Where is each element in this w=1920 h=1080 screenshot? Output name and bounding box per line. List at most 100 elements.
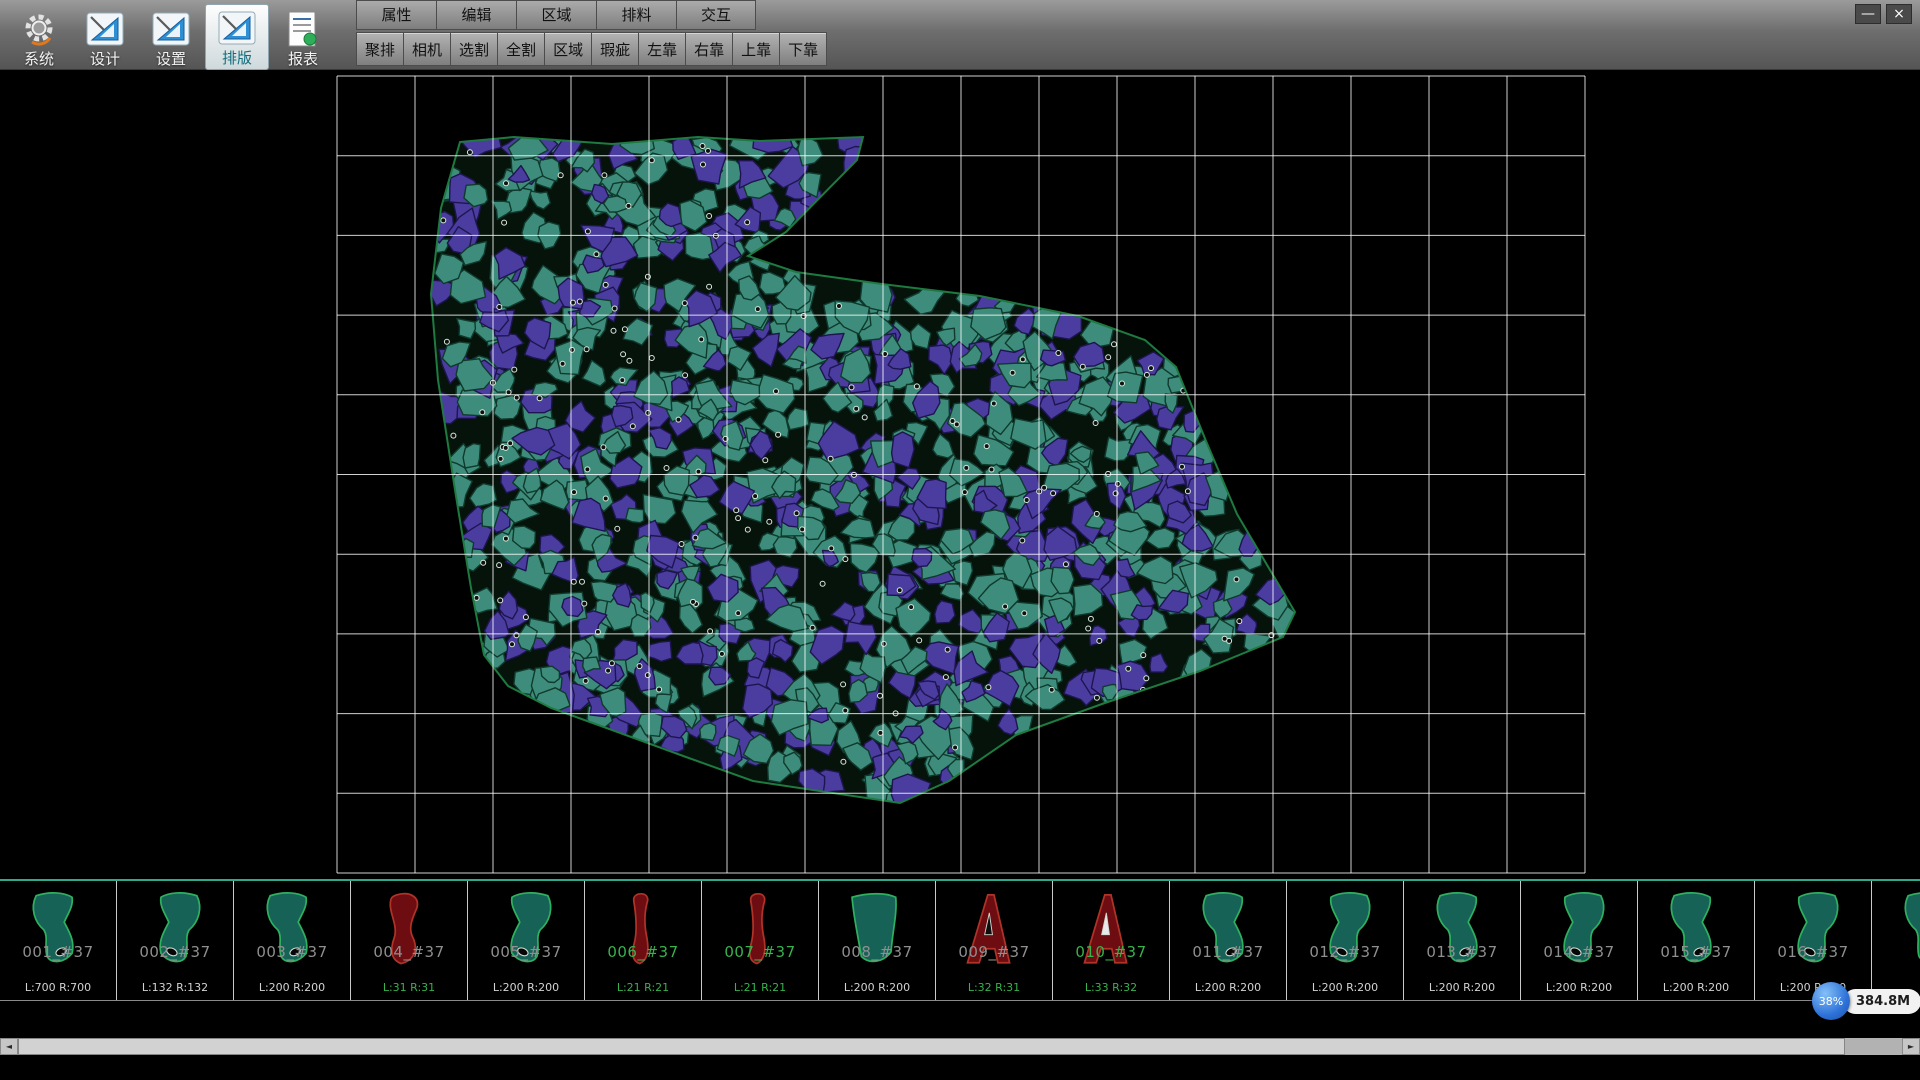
piece-shape	[136, 882, 214, 978]
scroll-left-arrow[interactable]: ◄	[0, 1038, 18, 1055]
close-button[interactable]: ×	[1886, 4, 1912, 24]
tool-button-8[interactable]: 上靠	[732, 32, 779, 66]
piece-thumbnail-15[interactable]: 015_#37 L:200 R:200	[1638, 881, 1755, 1000]
piece-thumbnail-13[interactable]: 013_#37 L:200 R:200	[1404, 881, 1521, 1000]
piece-lr-label: L:700 R:700	[0, 981, 116, 994]
piece-name: 015_#37	[1638, 943, 1754, 961]
tool-button-3[interactable]: 全割	[497, 32, 544, 66]
app-label: 排版	[222, 49, 252, 67]
ruler-icon	[216, 7, 258, 49]
piece-lr-label: L:132 R:132	[117, 981, 233, 994]
tool-button-9[interactable]: 下靠	[779, 32, 827, 66]
minimize-button[interactable]: —	[1855, 4, 1881, 24]
piece-shape	[19, 882, 97, 978]
tool-button-6[interactable]: 左靠	[638, 32, 685, 66]
piece-shape	[1540, 882, 1618, 978]
piece-shape	[253, 882, 331, 978]
piece-lr-label: L:33 R:32	[1053, 981, 1169, 994]
menu-tab-4[interactable]: 交互	[676, 0, 756, 30]
tool-button-2[interactable]: 选割	[450, 32, 497, 66]
piece-shape	[487, 882, 565, 978]
memory-label: 384.8M	[1843, 989, 1920, 1014]
piece-shape	[1189, 882, 1267, 978]
gear-icon	[18, 8, 60, 50]
tool-button-0[interactable]: 聚排	[356, 32, 403, 66]
tool-button-1[interactable]: 相机	[403, 32, 450, 66]
piece-thumbnail-10[interactable]: 010_#37 L:33 R:32	[1053, 881, 1170, 1000]
piece-name: 004_#37	[351, 943, 467, 961]
piece-name: 008_#37	[819, 943, 935, 961]
app-button-0[interactable]: 系统	[7, 4, 71, 70]
app-button-4[interactable]: 报表	[271, 4, 335, 70]
piece-shape	[604, 882, 682, 978]
menu-tab-1[interactable]: 编辑	[436, 0, 516, 30]
piece-thumbnail-3[interactable]: 003_#37 L:200 R:200	[234, 881, 351, 1000]
piece-name: 010_#37	[1053, 943, 1169, 961]
app-button-3[interactable]: 排版	[205, 4, 269, 70]
piece-lr-label: L:200 R:200	[468, 981, 584, 994]
nesting-canvas-svg[interactable]	[0, 70, 1920, 879]
window-controls: — ×	[1855, 4, 1912, 24]
app-button-1[interactable]: 设计	[73, 4, 137, 70]
piece-name: 014_#37	[1521, 943, 1637, 961]
piece-lr-label: L:31 R:31	[351, 981, 467, 994]
piece-lr-label: L:200 R:200	[1287, 981, 1403, 994]
piece-thumbnail-5[interactable]: 005_#37L:200 R:200	[468, 881, 585, 1000]
piece-name: 009_#37	[936, 943, 1052, 961]
piece-name: 012_#37	[1287, 943, 1403, 961]
ribbon: 系统 设计 设置 排版 报表 属性编辑区域排料交互 聚排相机选割全割区域瑕疵左靠右靠上靠…	[0, 0, 1920, 70]
piece-thumbnail-14[interactable]: 014_#37L:200 R:200	[1521, 881, 1638, 1000]
app-label: 设计	[90, 50, 120, 68]
tool-buttons: 聚排相机选割全割区域瑕疵左靠右靠上靠下靠	[356, 30, 827, 69]
piece-name: 001_#37	[0, 943, 116, 961]
tool-button-5[interactable]: 瑕疵	[591, 32, 638, 66]
piece-thumbnail-2[interactable]: 002_#37 L:132 R:132	[117, 881, 234, 1000]
piece-lr-label: L:200 R:200	[234, 981, 350, 994]
report-icon	[282, 8, 324, 50]
scrollbar-track[interactable]	[18, 1038, 1902, 1055]
piece-lr-label: L:32 R:31	[936, 981, 1052, 994]
piece-shape	[955, 882, 1033, 978]
piece-thumbnail-1[interactable]: 001_#37 L:700 R:700	[0, 881, 117, 1000]
app-label: 系统	[24, 50, 54, 68]
piece-name: 002_#37	[117, 943, 233, 961]
app-switcher: 系统 设计 设置 排版 报表	[0, 0, 342, 70]
piece-shape	[370, 882, 448, 978]
piece-thumbnail-11[interactable]: 011_#37L:200 R:200	[1170, 881, 1287, 1000]
piece-lr-label: L:200 R:200	[1404, 981, 1520, 994]
piece-shape	[1306, 882, 1384, 978]
piece-thumbnail-7[interactable]: 007_#37 L:21 R:21	[702, 881, 819, 1000]
piece-name: 013_#37	[1404, 943, 1520, 961]
menu-tab-0[interactable]: 属性	[356, 0, 436, 30]
scrollbar-thumb[interactable]	[18, 1038, 1845, 1055]
tool-button-4[interactable]: 区域	[544, 32, 591, 66]
app-label: 设置	[156, 50, 186, 68]
piece-thumbnail-8[interactable]: 008_#37L:200 R:200	[819, 881, 936, 1000]
app-button-2[interactable]: 设置	[139, 4, 203, 70]
piece-lr-label: L:200 R:200	[1170, 981, 1286, 994]
application-window: 系统 设计 设置 排版 报表 属性编辑区域排料交互 聚排相机选割全割区域瑕疵左靠右靠上靠…	[0, 0, 1920, 1080]
piece-shape	[1072, 882, 1150, 978]
horizontal-scrollbar[interactable]: ◄ ►	[0, 1038, 1920, 1055]
piece-thumbnail-6[interactable]: 006_#37 L:21 R:21	[585, 881, 702, 1000]
menu-tab-2[interactable]: 区域	[516, 0, 596, 30]
piece-thumbnail-12[interactable]: 012_#37 L:200 R:200	[1287, 881, 1404, 1000]
piece-name: 006_#37	[585, 943, 701, 961]
scroll-right-arrow[interactable]: ►	[1902, 1038, 1920, 1055]
progress-badge: 38% 384.8M	[1812, 982, 1920, 1020]
menu-tab-3[interactable]: 排料	[596, 0, 676, 30]
piece-thumbnail-9[interactable]: 009_#37 L:32 R:31	[936, 881, 1053, 1000]
piece-lr-label: L:200 R:200	[1638, 981, 1754, 994]
tool-button-7[interactable]: 右靠	[685, 32, 732, 66]
piece-shape	[1423, 882, 1501, 978]
piece-shape	[838, 882, 916, 978]
piece-lr-label: L:21 R:21	[585, 981, 701, 994]
piece-name: 003_#37	[234, 943, 350, 961]
app-label: 报表	[288, 50, 318, 68]
piece-shape	[1657, 882, 1735, 978]
piece-shape	[1774, 882, 1852, 978]
piece-name: 007_#37	[702, 943, 818, 961]
piece-thumbnail-4[interactable]: 004_#37 L:31 R:31	[351, 881, 468, 1000]
nesting-canvas[interactable]	[0, 70, 1920, 879]
piece-lr-label: L:21 R:21	[702, 981, 818, 994]
